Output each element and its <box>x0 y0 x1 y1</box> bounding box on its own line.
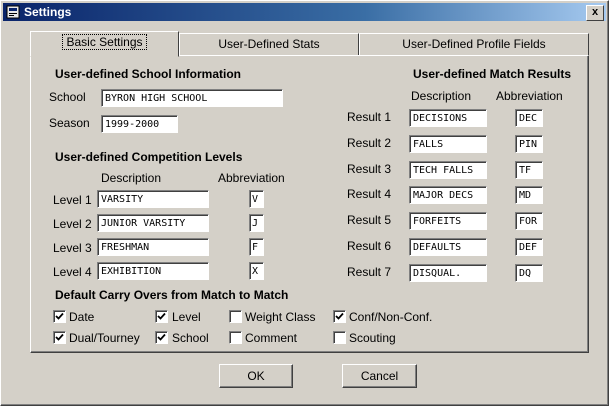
settings-window: Settings x Basic Settings User-Defined S… <box>0 0 609 406</box>
level-description-input[interactable]: JUNIOR VARSITY <box>97 214 209 232</box>
level-abbreviation-input[interactable]: F <box>249 238 264 256</box>
result-label: Result 1 <box>347 110 392 124</box>
levels-abbreviation-header: Abbreviation <box>218 171 285 185</box>
ok-button[interactable]: OK <box>219 364 293 388</box>
season-input[interactable]: 1999-2000 <box>101 115 178 133</box>
checkmark-icon <box>55 312 64 320</box>
level-label: Level 3 <box>53 241 92 255</box>
checkbox[interactable] <box>155 310 168 323</box>
season-label: Season <box>49 116 90 130</box>
checkmark-icon <box>157 333 166 341</box>
school-label: School <box>49 90 86 104</box>
checkbox[interactable] <box>53 310 66 323</box>
tab-user-defined-profile-fields[interactable]: User-Defined Profile Fields <box>359 33 589 56</box>
close-button[interactable]: x <box>586 5 604 21</box>
checkbox-label: Date <box>69 310 95 324</box>
checkbox-label: Conf/Non-Conf. <box>349 310 433 324</box>
results-description-header: Description <box>411 89 472 103</box>
level-label: Level 4 <box>53 265 92 279</box>
checkbox[interactable] <box>155 331 168 344</box>
checkbox[interactable] <box>53 331 66 344</box>
level-description-input[interactable]: EXHIBITION <box>97 262 209 280</box>
result-abbreviation-input[interactable]: FOR <box>515 212 543 230</box>
result-abbreviation-input[interactable]: MD <box>515 186 543 204</box>
result-label: Result 3 <box>347 162 392 176</box>
carryovers-header: Default Carry Overs from Match to Match <box>55 288 289 302</box>
window-title: Settings <box>24 5 72 19</box>
result-abbreviation-input[interactable]: TF <box>515 161 543 179</box>
result-description-input[interactable]: MAJOR DECS <box>409 186 487 204</box>
tab-user-defined-stats[interactable]: User-Defined Stats <box>179 33 359 56</box>
checkbox[interactable] <box>229 310 242 323</box>
tab-strip: Basic Settings User-Defined Stats User-D… <box>30 31 589 57</box>
checkbox-label: Dual/Tourney <box>69 331 140 345</box>
result-label: Result 4 <box>347 187 392 201</box>
result-description-input[interactable]: FALLS <box>409 135 487 153</box>
close-icon: x <box>591 6 599 18</box>
checkbox-label: Level <box>172 310 201 324</box>
level-description-input[interactable]: FRESHMAN <box>97 238 209 256</box>
checkmark-icon <box>157 312 166 320</box>
checkbox-label: School <box>172 331 209 345</box>
result-abbreviation-input[interactable]: DQ <box>515 264 543 282</box>
result-description-input[interactable]: FORFEITS <box>409 212 487 230</box>
result-label: Result 2 <box>347 136 392 150</box>
level-label: Level 1 <box>53 193 92 207</box>
checkbox-label: Scouting <box>349 331 396 345</box>
level-description-input[interactable]: VARSITY <box>97 190 209 208</box>
result-abbreviation-input[interactable]: DEF <box>515 238 543 256</box>
match-results-header: User-defined Match Results <box>413 67 572 81</box>
result-description-input[interactable]: DISQUAL. <box>409 264 487 282</box>
cancel-button[interactable]: Cancel <box>342 364 417 388</box>
basic-settings-panel: User-defined School Information School B… <box>30 55 589 353</box>
title-bar[interactable]: Settings x <box>3 3 606 21</box>
competition-levels-header: User-defined Competition Levels <box>55 150 243 164</box>
results-abbreviation-header: Abbreviation <box>496 89 563 103</box>
level-abbreviation-input[interactable]: V <box>249 190 264 208</box>
result-label: Result 7 <box>347 265 392 279</box>
school-input[interactable]: BYRON HIGH SCHOOL <box>101 89 283 107</box>
result-label: Result 6 <box>347 239 392 253</box>
level-label: Level 2 <box>53 217 92 231</box>
result-description-input[interactable]: DECISIONS <box>409 109 487 127</box>
checkbox[interactable] <box>229 331 242 344</box>
levels-description-header: Description <box>101 171 162 185</box>
result-label: Result 5 <box>347 213 392 227</box>
school-info-header: User-defined School Information <box>55 67 242 81</box>
checkbox[interactable] <box>333 331 346 344</box>
checkbox-label: Weight Class <box>245 310 316 324</box>
app-icon <box>6 5 20 19</box>
checkbox[interactable] <box>333 310 346 323</box>
checkmark-icon <box>55 333 64 341</box>
result-description-input[interactable]: TECH FALLS <box>409 161 487 179</box>
level-abbreviation-input[interactable]: X <box>249 262 264 280</box>
result-description-input[interactable]: DEFAULTS <box>409 238 487 256</box>
checkmark-icon <box>335 312 344 320</box>
level-abbreviation-input[interactable]: J <box>249 214 264 232</box>
result-abbreviation-input[interactable]: DEC <box>515 109 543 127</box>
checkbox-label: Comment <box>245 331 298 345</box>
tab-basic-settings[interactable]: Basic Settings <box>30 31 179 57</box>
result-abbreviation-input[interactable]: PIN <box>515 135 543 153</box>
